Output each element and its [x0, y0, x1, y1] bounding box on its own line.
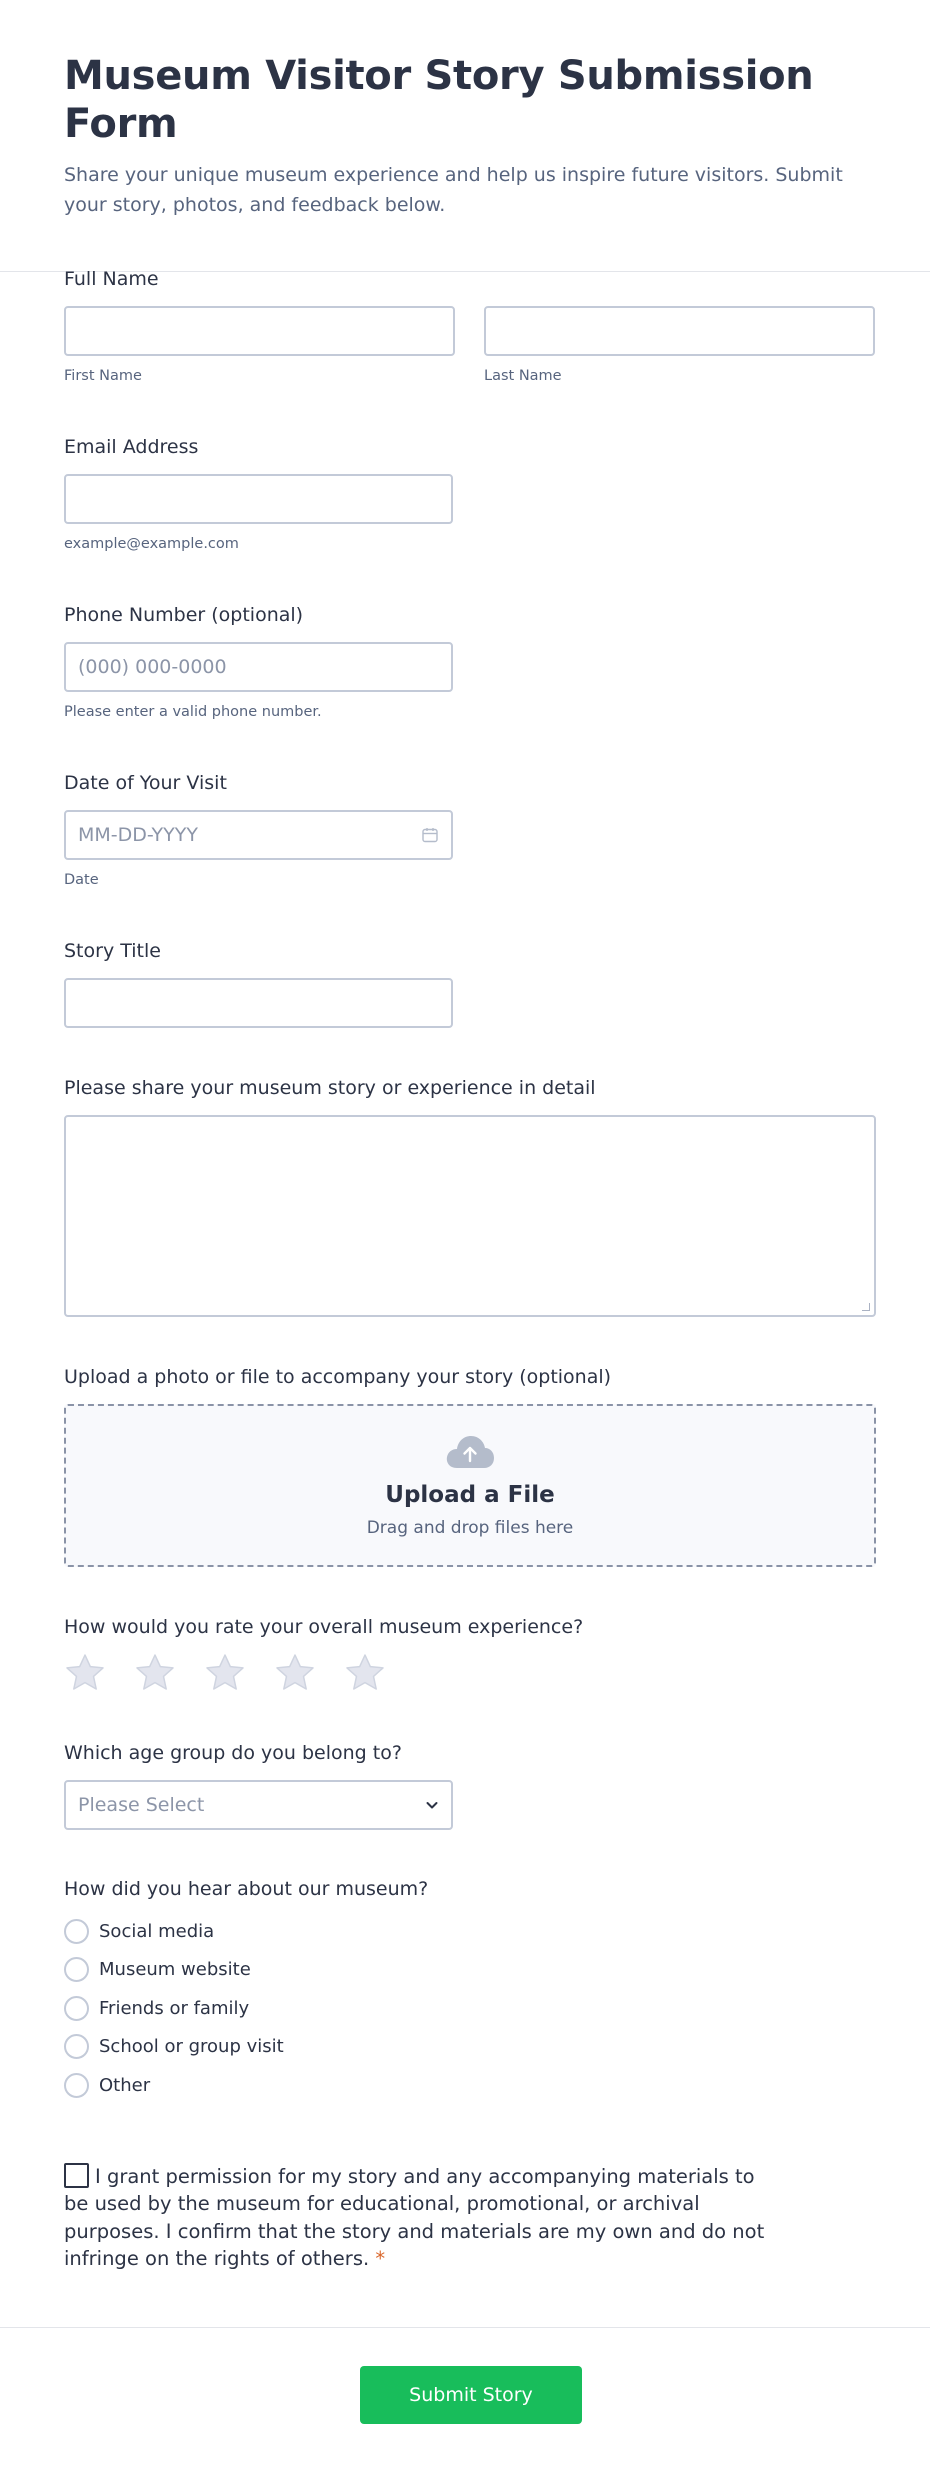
email-input[interactable] — [64, 474, 453, 524]
first-name-sublabel: First Name — [64, 368, 142, 384]
radio-label: Social media — [99, 1920, 215, 1942]
chevron-down-icon — [426, 1802, 438, 1809]
phone-input[interactable]: (000) 000-0000 — [64, 642, 453, 692]
visit-date-field: Date of Your Visit MM-DD-YYYY Date — [64, 772, 866, 888]
full-name-label: Full Name — [64, 268, 159, 290]
story-title-input[interactable] — [64, 978, 453, 1028]
radio-button[interactable] — [64, 2034, 89, 2060]
hear-about-label: How did you hear about our museum? — [64, 1878, 429, 1900]
age-group-field: Which age group do you belong to? Please… — [64, 1742, 866, 1830]
upload-field: Upload a photo or file to accompany your… — [64, 1366, 876, 1567]
email-field: Email Address example@example.com — [64, 436, 866, 552]
story-field: Please share your museum story or experi… — [64, 1077, 876, 1317]
age-group-selected: Please Select — [78, 1794, 205, 1816]
story-title-label: Story Title — [64, 940, 161, 962]
first-name-input[interactable] — [64, 306, 455, 356]
email-label: Email Address — [64, 436, 199, 458]
visit-date-sublabel: Date — [64, 872, 99, 888]
form-page: Museum Visitor Story Submission Form Sha… — [0, 0, 930, 2475]
hear-about-field: How did you hear about our museum? Socia… — [64, 1878, 866, 2105]
hear-about-options: Social media Museum website Friends or fam… — [64, 1912, 866, 2105]
upload-dropzone[interactable]: Upload a File Drag and drop files here — [64, 1404, 876, 1567]
last-name-input[interactable] — [484, 306, 875, 356]
story-textarea[interactable] — [64, 1115, 876, 1317]
email-sublabel: example@example.com — [64, 536, 239, 552]
radio-option[interactable]: Friends or family — [64, 1989, 866, 2028]
radio-option[interactable]: Social media — [64, 1912, 866, 1951]
phone-sublabel: Please enter a valid phone number. — [64, 704, 322, 720]
consent-checkbox[interactable] — [64, 2163, 89, 2188]
phone-label: Phone Number (optional) — [64, 604, 304, 626]
star-icon[interactable] — [344, 1652, 386, 1694]
visit-date-label: Date of Your Visit — [64, 772, 227, 794]
last-name-sublabel: Last Name — [484, 368, 562, 384]
rating-field: How would you rate your overall museum e… — [64, 1616, 866, 1694]
radio-button[interactable] — [64, 1957, 89, 1983]
star-icon[interactable] — [274, 1652, 316, 1694]
consent-field: I grant permission for my story and any … — [64, 2163, 866, 2272]
form-footer: Submit Story — [0, 2327, 930, 2475]
radio-button[interactable] — [64, 2072, 89, 2098]
upload-label: Upload a photo or file to accompany your… — [64, 1366, 612, 1388]
page-title: Museum Visitor Story Submission Form — [64, 53, 814, 147]
radio-button[interactable] — [64, 1918, 89, 1944]
radio-button[interactable] — [64, 1995, 89, 2021]
story-title-field: Story Title — [64, 940, 866, 1028]
radio-label: Friends or family — [99, 1997, 250, 2019]
radio-option[interactable]: School or group visit — [64, 2028, 866, 2067]
full-name-field: Full Name First Name Last Name — [64, 268, 875, 384]
resize-handle[interactable] — [862, 1303, 870, 1311]
story-label: Please share your museum story or experi… — [64, 1077, 596, 1099]
star-icon[interactable] — [134, 1652, 176, 1694]
form-header: Museum Visitor Story Submission Form Sha… — [0, 0, 930, 272]
phone-field: Phone Number (optional) (000) 000-0000 P… — [64, 604, 866, 720]
consent-text: I grant permission for my story and any … — [64, 2165, 765, 2270]
visit-date-placeholder: MM-DD-YYYY — [78, 824, 198, 846]
radio-option[interactable]: Other — [64, 2066, 866, 2105]
star-rating — [64, 1652, 866, 1694]
consent-text-block: I grant permission for my story and any … — [64, 2163, 784, 2272]
radio-label: Museum website — [99, 1959, 251, 1981]
rating-label: How would you rate your overall museum e… — [64, 1616, 584, 1638]
age-group-select[interactable]: Please Select — [64, 1780, 453, 1830]
cloud-upload-icon — [446, 1435, 494, 1468]
star-icon[interactable] — [64, 1652, 106, 1694]
calendar-icon[interactable] — [421, 826, 439, 844]
upload-subtitle: Drag and drop files here — [366, 1517, 574, 1538]
radio-label: School or group visit — [99, 2036, 284, 2058]
radio-option[interactable]: Museum website — [64, 1951, 866, 1990]
radio-label: Other — [99, 2074, 151, 2096]
page-description: Share your unique museum experience and … — [64, 164, 843, 217]
submit-button[interactable]: Submit Story — [360, 2366, 582, 2424]
visit-date-input[interactable]: MM-DD-YYYY — [64, 810, 453, 860]
age-group-label: Which age group do you belong to? — [64, 1742, 402, 1764]
required-asterisk: * — [375, 2246, 386, 2270]
upload-title: Upload a File — [385, 1481, 555, 1508]
star-icon[interactable] — [204, 1652, 246, 1694]
